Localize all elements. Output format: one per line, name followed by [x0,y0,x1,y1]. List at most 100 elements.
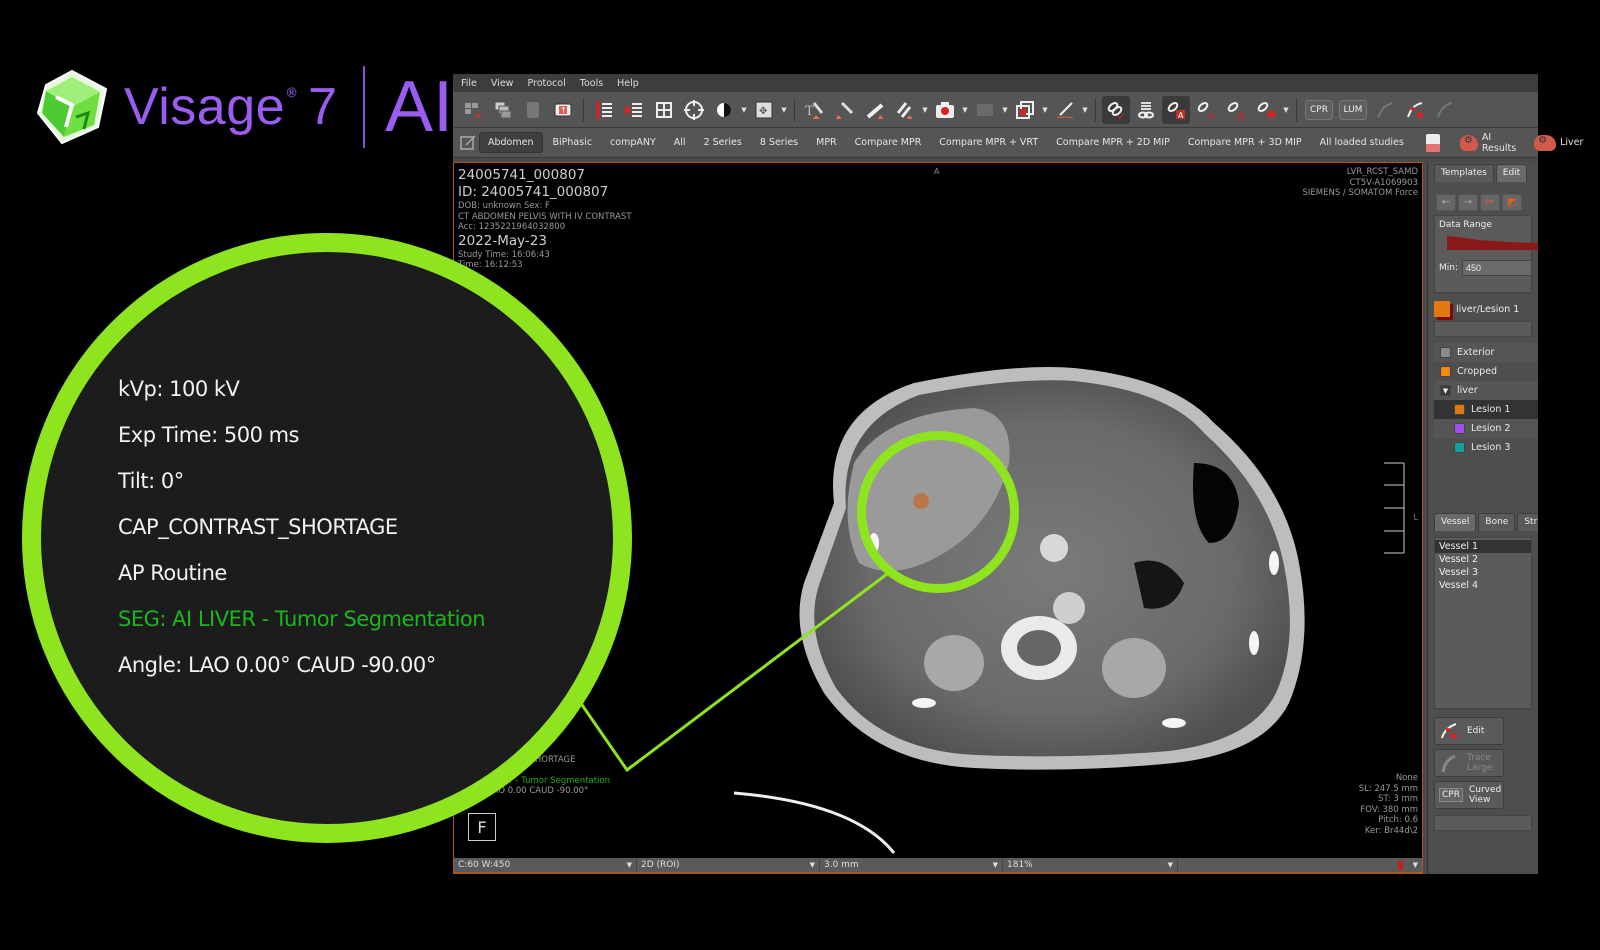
cpr-button[interactable]: CPR [1305,99,1333,120]
vessel-item[interactable]: Vessel 1 [1435,540,1531,553]
vessel-item[interactable]: Vessel 2 [1435,553,1531,566]
slab-icon[interactable] [620,96,648,124]
protocol-abdomen[interactable]: Abdomen [479,132,543,153]
callout-routine: AP Routine [118,561,227,585]
link-dropdown-icon[interactable]: ▼ [1282,106,1290,114]
segment-color-icon[interactable] [1440,366,1451,377]
segment-name-field[interactable] [1434,321,1532,337]
curve-disabled-icon[interactable] [1431,96,1459,124]
menu-file[interactable]: File [461,78,477,89]
vessel-item[interactable]: Vessel 3 [1435,566,1531,579]
view-orientation-badge[interactable]: F [468,813,496,841]
segment-item[interactable]: Exterior [1434,343,1538,362]
tab-vessel[interactable]: Vessel [1434,513,1477,531]
grid-icon[interactable] [971,96,999,124]
segment-item[interactable]: Lesion 2 [1434,419,1538,438]
vessel-disabled-icon[interactable] [1371,96,1399,124]
protocol-all-loaded-studies[interactable]: All loaded studies [1312,133,1412,152]
min-value-input[interactable] [1462,260,1533,276]
segment-item[interactable]: Cropped [1434,362,1538,381]
liver-ai-button[interactable]: Liver [1528,134,1589,151]
link-plus-icon[interactable]: + [1192,96,1220,124]
camera-icon[interactable] [931,96,959,124]
segment-list: Exterior Cropped ▼ liver Lesion 1 Lesion 2 Les… [1434,343,1538,457]
document-icon[interactable] [519,96,547,124]
lum-button[interactable]: LUM [1339,99,1367,120]
link-a-icon[interactable]: A [1162,95,1190,124]
protocol-company[interactable]: compANY [602,133,664,152]
report-document-icon[interactable] [1424,129,1442,157]
zoom-level-select[interactable]: 181% ▼ [1003,858,1178,872]
ruler-icon[interactable] [861,96,889,124]
protocol-compare-mpr-3d-mip[interactable]: Compare MPR + 3D MIP [1180,133,1310,152]
link-text-icon[interactable]: A [1222,96,1250,124]
segment-color-icon[interactable] [1454,404,1465,415]
segment-color-icon[interactable] [1454,442,1465,453]
redo-arrow-icon[interactable]: → [1458,194,1478,211]
tab-str[interactable]: Str [1517,513,1538,531]
ai-results-button[interactable]: AI Results [1454,132,1526,154]
lock-icon[interactable] [1397,860,1403,870]
vessel-item[interactable]: Vessel 4 [1435,579,1531,592]
protocol-compare-mpr-2d-mip[interactable]: Compare MPR + 2D MIP [1048,133,1178,152]
measure-dropdown-icon[interactable]: ▼ [921,106,929,114]
angle-icon[interactable] [891,96,919,124]
layout-icon[interactable] [650,96,678,124]
vessel-name-field[interactable] [1434,815,1532,831]
cube-dropdown-icon[interactable]: ▼ [1041,106,1049,114]
measure-line-icon[interactable] [831,96,859,124]
panel-tabs: Templates Edit [1428,164,1538,182]
3d-edit-icon[interactable]: ◩ [1502,194,1522,211]
close-layout-icon[interactable]: ✕ [459,96,487,124]
segment-color-icon[interactable] [1434,301,1450,317]
pen-dropdown-icon[interactable]: ▼ [1081,106,1089,114]
link-color-icon[interactable] [1252,96,1280,124]
tab-edit[interactable]: Edit [1495,164,1528,182]
pen-icon[interactable] [1051,96,1079,124]
grid-dropdown-icon[interactable]: ▼ [1001,106,1009,114]
protocol-2-series[interactable]: 2 Series [696,133,750,152]
window-level-select[interactable]: C:60 W:450 ▼ [454,858,637,872]
series-folder-icon[interactable] [489,96,517,124]
stack-scroll-icon[interactable] [590,96,618,124]
upload-icon[interactable]: ↑ [549,96,577,124]
slab-thickness-select[interactable]: 3.0 mm ▼ [820,858,1003,872]
protocol-biphasic[interactable]: BiPhasic [545,133,601,152]
curved-view-button[interactable]: CPR Curved View [1434,781,1504,809]
menu-tools[interactable]: Tools [580,78,603,89]
menu-help[interactable]: Help [617,78,639,89]
cube-3d-icon[interactable] [1011,96,1039,124]
contrast-dropdown-icon[interactable]: ▼ [740,106,748,114]
tab-bone[interactable]: Bone [1478,513,1516,531]
link-stack-icon[interactable] [1132,96,1160,124]
protocol-8-series[interactable]: 8 Series [752,133,806,152]
segment-color-icon[interactable] [1440,347,1451,358]
menu-view[interactable]: View [491,78,514,89]
edit-protocol-icon[interactable] [459,129,477,157]
annotation-text-icon[interactable]: T [801,96,829,124]
segment-item[interactable]: Lesion 1 [1434,400,1538,419]
crosshair-icon[interactable] [680,96,708,124]
expand-icon[interactable]: ▼ [1440,385,1451,396]
tab-templates[interactable]: Templates [1434,164,1494,182]
contrast-icon[interactable] [710,96,738,124]
chevron-down-icon[interactable]: ▼ [1413,861,1418,869]
zoom-fit-icon[interactable]: ✥ [750,96,778,124]
segment-color-icon[interactable] [1454,423,1465,434]
segment-item[interactable]: ▼ liver [1434,381,1538,400]
protocol-compare-mpr-vrt[interactable]: Compare MPR + VRT [931,133,1046,152]
camera-dropdown-icon[interactable]: ▼ [961,106,969,114]
undo-arrow-icon[interactable]: ← [1436,194,1456,211]
protocol-all[interactable]: All [666,133,694,152]
zoom-dropdown-icon[interactable]: ▼ [780,106,788,114]
trace-large-button[interactable]: Trace Large [1434,749,1504,777]
tools-icon[interactable]: ✂ [1480,194,1500,211]
edit-vessel-button[interactable]: Edit [1434,717,1504,745]
menu-protocol[interactable]: Protocol [527,78,565,89]
link-check-icon[interactable]: ✓ [1102,95,1130,124]
render-mode-select[interactable]: 2D (ROI) ▼ [637,858,820,872]
protocol-mpr[interactable]: MPR [808,133,845,152]
protocol-compare-mpr[interactable]: Compare MPR [847,133,930,152]
segment-item[interactable]: Lesion 3 [1434,438,1538,457]
curve-edit-icon[interactable] [1401,96,1429,124]
